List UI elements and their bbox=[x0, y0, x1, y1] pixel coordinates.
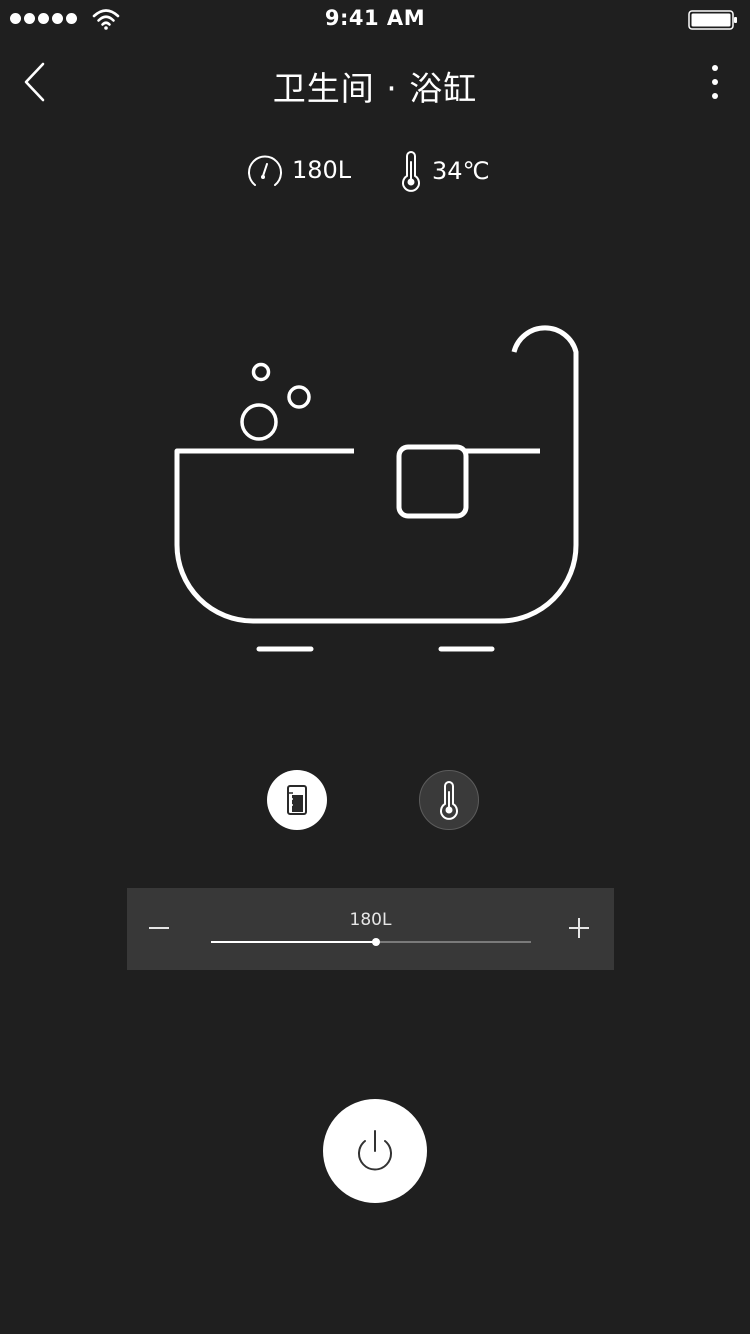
status-time: 9:41 AM bbox=[324, 6, 426, 30]
bathtub-icon bbox=[174, 325, 579, 652]
thermometer-icon bbox=[402, 151, 420, 192]
temperature-mode-button[interactable] bbox=[419, 770, 479, 830]
more-vertical-icon bbox=[712, 65, 718, 99]
temperature-stat: 34℃ bbox=[398, 150, 490, 192]
page-title: 卫生间 · 浴缸 bbox=[272, 69, 478, 108]
more-button[interactable] bbox=[702, 62, 728, 102]
power-icon bbox=[358, 1130, 392, 1171]
volume-slider-panel: 180L bbox=[127, 888, 614, 970]
increase-button[interactable] bbox=[563, 912, 593, 942]
power-button[interactable] bbox=[323, 1099, 427, 1203]
slider-thumb[interactable] bbox=[371, 938, 380, 946]
status-summary: 180L 34℃ bbox=[0, 150, 750, 196]
volume-stat: 180L bbox=[246, 150, 351, 190]
water-level-icon bbox=[287, 785, 307, 815]
gauge-icon bbox=[248, 155, 282, 186]
status-bar: 9:41 AM bbox=[0, 0, 750, 40]
volume-mode-button[interactable] bbox=[267, 770, 327, 830]
slider-value: 180L bbox=[349, 910, 392, 930]
volume-slider[interactable] bbox=[211, 938, 531, 946]
temperature-value: 34℃ bbox=[432, 157, 490, 185]
volume-value: 180L bbox=[292, 156, 352, 184]
slider-fill bbox=[211, 941, 376, 943]
battery-icon bbox=[688, 10, 737, 30]
thermometer-icon bbox=[440, 781, 458, 820]
